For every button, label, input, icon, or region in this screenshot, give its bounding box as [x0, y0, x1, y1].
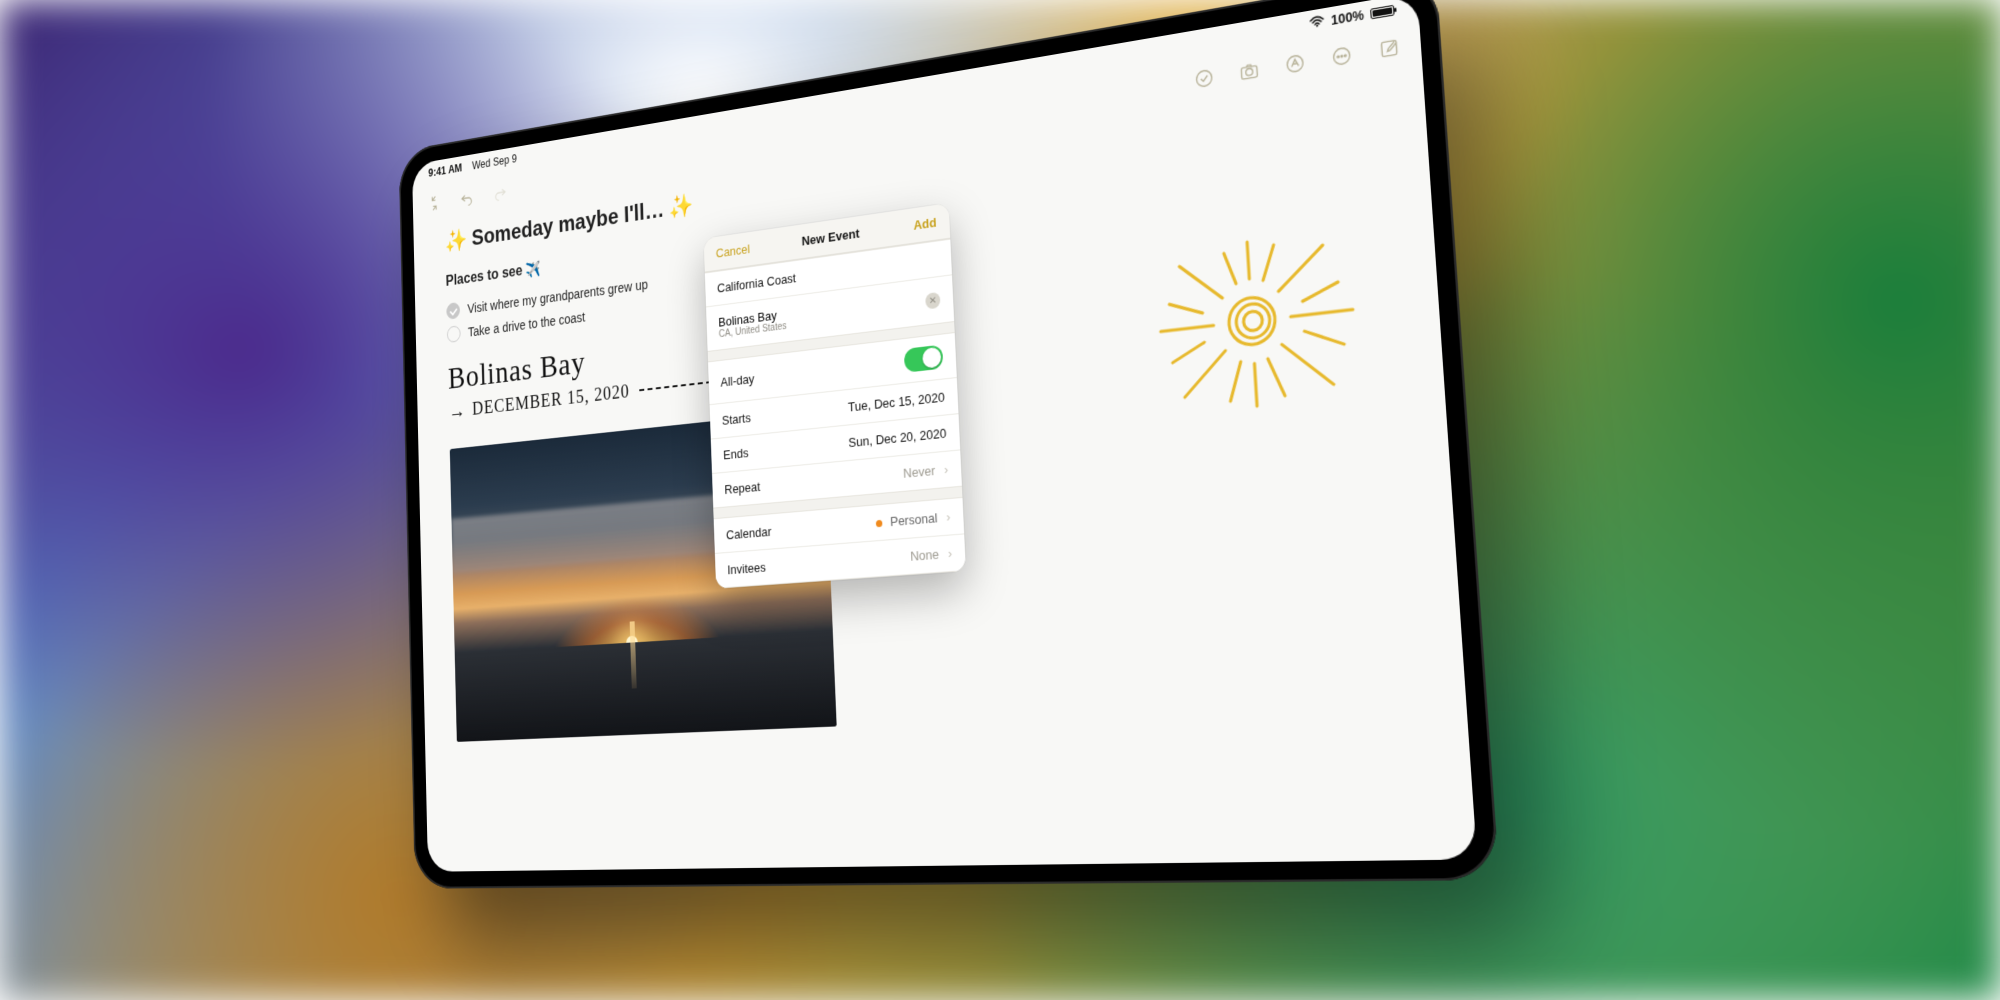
all-day-label: All-day: [720, 371, 754, 389]
status-right: 100%: [1309, 3, 1394, 32]
sparkle-icon: ✨: [444, 227, 467, 256]
new-event-popover: Cancel New Event Add California Coast Bo…: [704, 203, 966, 589]
ends-label: Ends: [723, 445, 749, 462]
airplane-icon: ✈️: [525, 260, 541, 280]
chevron-right-icon: ›: [946, 509, 951, 525]
calendar-section: Calendar Personal › Invitees None ›: [714, 497, 966, 589]
toolbar-right: [1192, 35, 1402, 92]
calendar-right: Personal ›: [876, 509, 951, 530]
checkbox-icon[interactable]: [447, 325, 461, 343]
sparkle-icon: ✨: [669, 191, 695, 222]
battery-percent: 100%: [1331, 8, 1365, 28]
repeat-value: Never: [903, 463, 936, 481]
scene: 9:41 AM Wed Sep 9 100%: [0, 0, 2000, 1000]
status-date: Wed Sep 9: [472, 152, 517, 172]
popover-title: New Event: [801, 226, 859, 249]
toolbar-left: [426, 181, 509, 214]
ends-value: Sun, Dec 20, 2020: [848, 426, 947, 451]
undo-icon[interactable]: [458, 187, 475, 209]
all-day-toggle[interactable]: [904, 345, 944, 373]
invitees-value: None: [910, 547, 939, 564]
markup-icon[interactable]: [1283, 50, 1308, 77]
ipad-screen: 9:41 AM Wed Sep 9 100%: [412, 0, 1477, 872]
checklist-icon[interactable]: [1192, 65, 1216, 91]
camera-icon[interactable]: [1237, 58, 1261, 84]
calendar-value: Personal: [890, 510, 938, 529]
redo-icon[interactable]: [491, 181, 508, 203]
compose-icon[interactable]: [1376, 35, 1402, 62]
chevron-right-icon: ›: [944, 462, 949, 477]
starts-label: Starts: [722, 410, 751, 427]
ipad-device-frame: 9:41 AM Wed Sep 9 100%: [399, 0, 1500, 889]
event-title-value: California Coast: [717, 271, 796, 296]
repeat-right: Never ›: [903, 462, 948, 481]
arrow-icon: →: [449, 398, 467, 423]
repeat-label: Repeat: [724, 479, 760, 497]
wifi-icon: [1309, 15, 1325, 32]
add-button[interactable]: Add: [913, 215, 937, 233]
location-text: Bolinas Bay CA, United States: [718, 307, 787, 340]
collapse-icon[interactable]: [426, 192, 443, 214]
starts-value: Tue, Dec 15, 2020: [848, 389, 945, 414]
status-time: 9:41 AM: [428, 161, 462, 179]
calendar-label: Calendar: [726, 524, 772, 542]
section-text: Places to see: [446, 263, 523, 290]
battery-icon: [1370, 5, 1395, 20]
more-icon[interactable]: [1329, 43, 1354, 70]
time-section: All-day Starts Tue, Dec 15, 2020 Ends Su…: [708, 332, 962, 509]
clear-location-icon[interactable]: ✕: [925, 292, 940, 310]
chevron-right-icon: ›: [948, 546, 953, 562]
invitees-right: None ›: [910, 546, 952, 564]
cancel-button[interactable]: Cancel: [716, 242, 751, 261]
calendar-color-dot: [876, 520, 883, 528]
checkbox-icon[interactable]: [446, 302, 460, 320]
sun-doodle: [1117, 205, 1380, 445]
invitees-label: Invitees: [727, 560, 766, 577]
